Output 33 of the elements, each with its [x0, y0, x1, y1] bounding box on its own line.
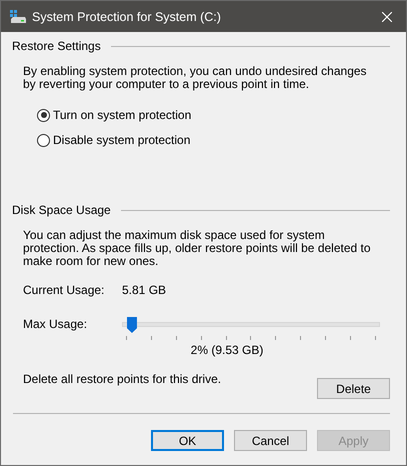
radio-button[interactable] — [37, 108, 50, 122]
delete-button[interactable]: Delete — [317, 378, 390, 399]
radio-label[interactable]: Turn on system protection — [53, 108, 192, 122]
tick-mark — [226, 336, 227, 340]
drive-icon — [10, 10, 26, 24]
section-heading: Disk Space Usage — [12, 203, 111, 217]
slider-thumb[interactable] — [126, 317, 137, 333]
tick-mark — [350, 336, 352, 340]
tick-mark — [250, 336, 252, 340]
tick-mark — [200, 336, 202, 340]
slider-reading: 2% (9.53 GB) — [190, 343, 264, 357]
field-label: Max Usage: — [23, 317, 88, 331]
dialog-button: Apply — [317, 430, 390, 451]
tick-mark — [325, 336, 326, 340]
delete-text: Delete all restore points for this drive. — [23, 372, 222, 386]
field-label: Current Usage: — [23, 283, 106, 297]
description-text: By enabling system protection, you can undo undesired changes by reverting your computer to a previous point in time. — [23, 65, 368, 91]
tick-mark — [150, 336, 152, 340]
close-icon[interactable] — [382, 12, 392, 22]
dialog-button[interactable]: OK — [151, 430, 224, 451]
section-heading: Restore Settings — [12, 39, 101, 53]
radio-label[interactable]: Disable system protection — [53, 133, 190, 147]
window-title: System Protection for System (C:) — [32, 10, 222, 24]
tick-mark — [275, 336, 276, 340]
tick-mark — [300, 336, 302, 340]
tick-mark — [126, 336, 127, 340]
tick-mark — [374, 336, 376, 340]
field-value: 5.81 GB — [122, 283, 166, 297]
radio-button[interactable] — [37, 134, 50, 146]
dialog-button[interactable]: Cancel — [234, 430, 307, 451]
description-text: You can adjust the maximum disk space used for system protection. As space fills up, older restore points will be deleted to make room for new ones. — [23, 229, 372, 268]
tick-mark — [176, 336, 177, 340]
slider-track[interactable] — [122, 322, 380, 327]
